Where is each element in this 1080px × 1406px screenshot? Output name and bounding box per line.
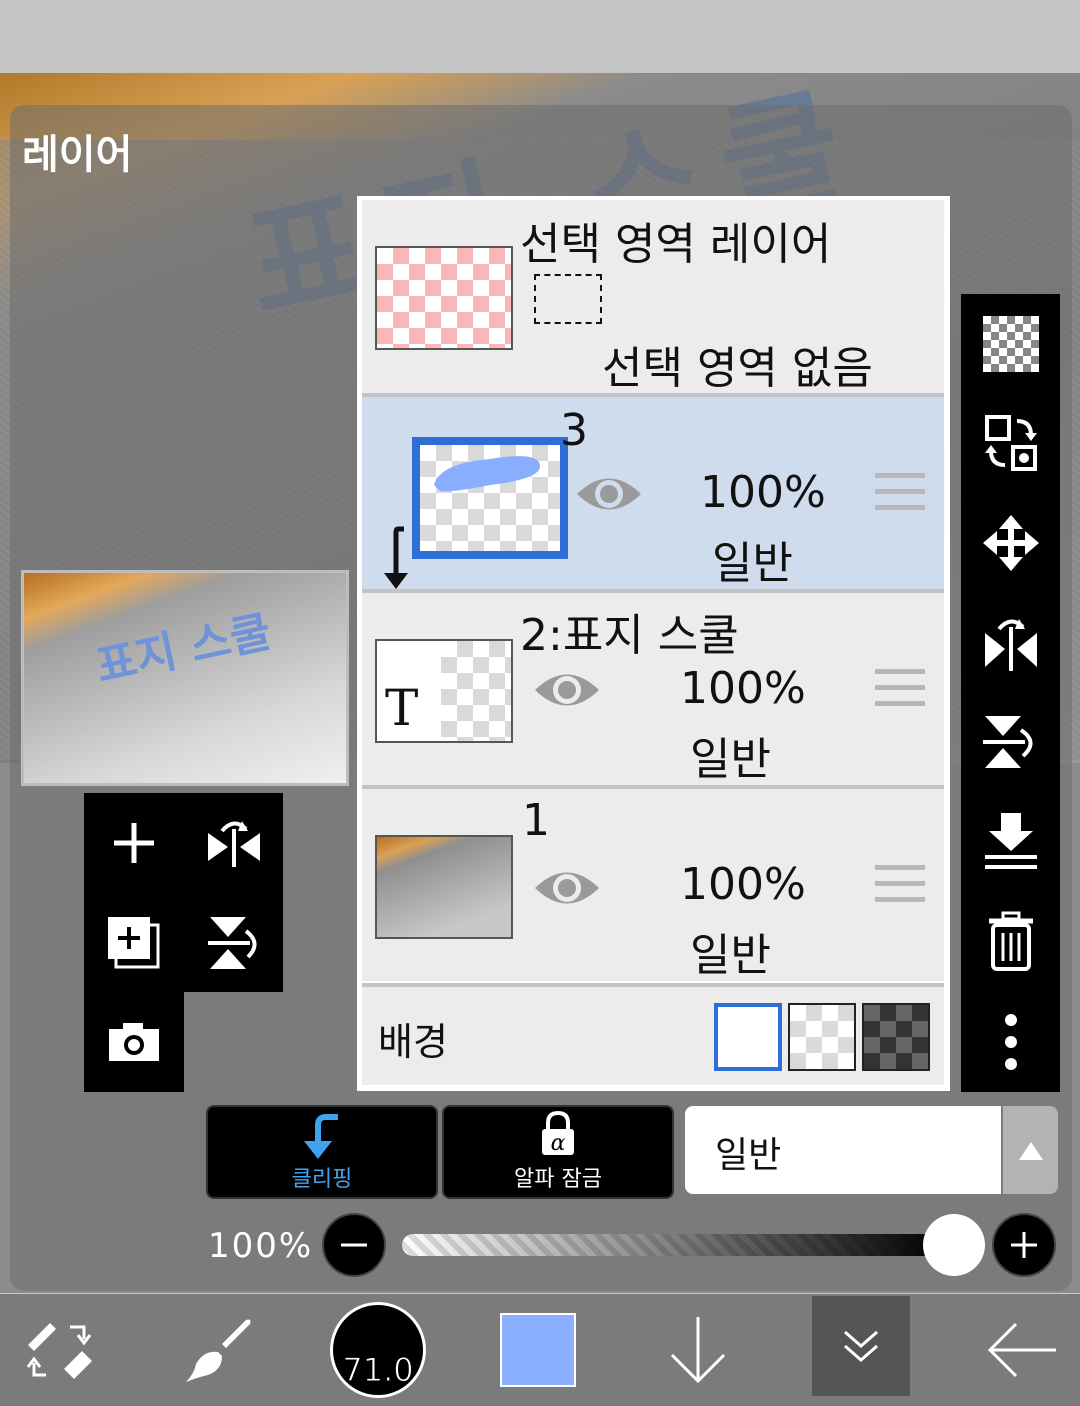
layer-row-2[interactable]: T 2:표지 스쿨 100% 일반 bbox=[362, 593, 944, 785]
blend-mode-select[interactable]: 일반 bbox=[685, 1106, 1001, 1194]
brush-size-value: 71.0 bbox=[342, 1351, 414, 1390]
alpha-lock-label: 알파 잠금 bbox=[514, 1167, 602, 1192]
flip-vertical-side-button[interactable] bbox=[961, 692, 1060, 791]
opacity-slider-thumb[interactable] bbox=[923, 1214, 985, 1276]
delete-layer-button[interactable] bbox=[961, 891, 1060, 990]
layer-1-name: 1 bbox=[522, 795, 550, 846]
flip-horizontal-side-button[interactable] bbox=[961, 592, 1060, 691]
transparency-button[interactable] bbox=[961, 294, 1060, 393]
triangle-up-icon bbox=[1019, 1142, 1043, 1160]
eye-icon[interactable] bbox=[532, 667, 602, 713]
opacity-value-label: 100% bbox=[208, 1226, 314, 1266]
double-chevron-down-icon bbox=[844, 1330, 878, 1362]
more-vertical-icon bbox=[1004, 1013, 1017, 1070]
drag-handle-icon[interactable] bbox=[875, 865, 925, 903]
selection-layer-thumbnail bbox=[375, 246, 513, 350]
selection-status: 선택 영역 없음 bbox=[602, 343, 873, 394]
merge-down-button[interactable] bbox=[961, 791, 1060, 890]
canvas-preview[interactable]: 표지 스쿨 bbox=[21, 570, 349, 786]
layer-down-button[interactable] bbox=[648, 1294, 748, 1406]
arrow-left-icon bbox=[987, 1322, 1056, 1378]
opacity-decrease-button[interactable] bbox=[322, 1213, 386, 1277]
blend-mode-value: 일반 bbox=[715, 1135, 782, 1176]
current-color-swatch bbox=[500, 1313, 576, 1387]
text-layer-icon: T bbox=[385, 679, 419, 737]
flip-vertical-icon bbox=[207, 916, 256, 969]
selection-layer[interactable]: 선택 영역 레이어 선택 영역 없음 bbox=[362, 200, 944, 394]
layer-1-mode: 일반 bbox=[690, 930, 771, 981]
clipping-arrow-icon bbox=[304, 1114, 338, 1159]
dialog-title: 레이어 bbox=[22, 132, 133, 178]
brush-size-button[interactable]: 71.0 bbox=[328, 1294, 428, 1406]
clip-down-arrow-icon bbox=[384, 526, 408, 589]
layer-2-thumbnail: T bbox=[375, 639, 513, 743]
clipping-label: 클리핑 bbox=[291, 1167, 353, 1192]
trash-icon bbox=[988, 911, 1033, 971]
move-icon bbox=[982, 514, 1039, 571]
alpha-lock-button[interactable]: α 알파 잠금 bbox=[442, 1105, 674, 1199]
tool-switch-button[interactable] bbox=[10, 1294, 110, 1406]
minus-icon bbox=[341, 1243, 367, 1247]
layer-row-3[interactable]: 3 100% 일반 bbox=[362, 397, 944, 589]
layer-3-thumbnail bbox=[412, 437, 568, 559]
flip-vertical-icon bbox=[982, 715, 1032, 768]
flip-horizontal-icon bbox=[207, 820, 260, 867]
selection-layer-title: 선택 영역 레이어 bbox=[520, 219, 832, 270]
swap-icon bbox=[984, 414, 1037, 471]
background-row: 배경 bbox=[362, 987, 944, 1085]
svg-text:α: α bbox=[551, 1131, 566, 1156]
background-white-option[interactable] bbox=[714, 1003, 782, 1071]
brush-eraser-swap-icon bbox=[26, 1323, 92, 1379]
brush-size-indicator: 71.0 bbox=[330, 1302, 426, 1398]
camera-icon bbox=[108, 1022, 159, 1061]
swap-layer-button[interactable] bbox=[961, 393, 1060, 492]
background-transparent-option[interactable] bbox=[788, 1003, 856, 1071]
background-label: 배경 bbox=[378, 1020, 448, 1064]
add-layer-button[interactable] bbox=[84, 793, 183, 892]
eye-icon[interactable] bbox=[532, 865, 602, 911]
brush-icon bbox=[186, 1319, 251, 1382]
camera-button[interactable] bbox=[84, 992, 183, 1091]
move-button[interactable] bbox=[961, 493, 1060, 592]
back-button[interactable] bbox=[972, 1294, 1072, 1406]
layer-2-mode: 일반 bbox=[690, 734, 771, 785]
drag-handle-icon[interactable] bbox=[875, 473, 925, 511]
clipping-button[interactable]: 클리핑 bbox=[206, 1105, 438, 1199]
opacity-slider-track[interactable] bbox=[402, 1234, 942, 1256]
add-copy-icon bbox=[107, 916, 159, 968]
arrow-down-icon bbox=[670, 1317, 726, 1384]
layer-tools-panel bbox=[84, 793, 283, 992]
layer-3-name: 3 bbox=[560, 405, 588, 456]
add-layer-copy-button[interactable] bbox=[84, 893, 183, 992]
layer-1-thumbnail bbox=[375, 835, 513, 939]
layer-3-mode: 일반 bbox=[712, 538, 793, 589]
blend-mode-dropdown-button[interactable] bbox=[1003, 1106, 1058, 1194]
layer-2-name: 2:표지 스쿨 bbox=[520, 610, 739, 661]
more-options-button[interactable] bbox=[961, 992, 1060, 1091]
layer-1-opacity: 100% bbox=[680, 859, 806, 910]
collapse-button[interactable] bbox=[812, 1296, 910, 1396]
eye-icon[interactable] bbox=[574, 471, 644, 517]
background-dark-option[interactable] bbox=[862, 1003, 930, 1071]
checker-icon bbox=[982, 315, 1039, 372]
layer-row-1[interactable]: 1 100% 일반 bbox=[362, 789, 944, 981]
brush-stroke-mark bbox=[434, 456, 541, 492]
lock-icon: α bbox=[542, 1111, 574, 1156]
preview-text: 표지 스쿨 bbox=[91, 606, 276, 693]
status-bar bbox=[0, 0, 1080, 73]
brush-tool-button[interactable] bbox=[168, 1294, 268, 1406]
flip-vertical-button[interactable] bbox=[184, 893, 283, 992]
merge-down-icon bbox=[984, 812, 1037, 869]
flip-horizontal-icon bbox=[984, 618, 1037, 671]
plus-icon bbox=[1011, 1232, 1037, 1258]
plus-icon bbox=[113, 822, 154, 863]
opacity-increase-button[interactable] bbox=[992, 1213, 1056, 1277]
flip-horizontal-button[interactable] bbox=[184, 793, 283, 892]
drag-handle-icon[interactable] bbox=[875, 669, 925, 707]
color-button[interactable] bbox=[488, 1294, 588, 1406]
camera-panel bbox=[84, 992, 184, 1092]
layer-2-opacity: 100% bbox=[680, 663, 806, 714]
layer-3-opacity: 100% bbox=[700, 467, 826, 518]
selection-marquee-icon bbox=[534, 274, 602, 324]
